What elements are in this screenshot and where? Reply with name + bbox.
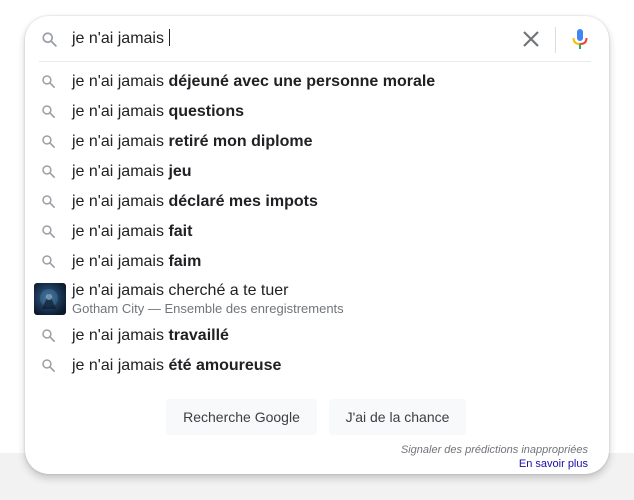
search-icon: [41, 134, 56, 154]
suggestion-completion: déclaré mes impots: [168, 193, 318, 210]
suggestion-item[interactable]: je n'ai jamais travaillé: [25, 320, 609, 350]
suggestion-prefix: je n'ai jamais: [72, 223, 169, 240]
suggestion-prefix: je n'ai jamais: [72, 163, 169, 180]
suggestion-completion: travaillé: [168, 327, 229, 344]
report-predictions-link[interactable]: Signaler des prédictions inappropriées: [401, 444, 588, 456]
learn-more-link[interactable]: En savoir plus: [519, 458, 588, 470]
suggestion-title: je n'ai jamais cherché a te tuer: [72, 282, 289, 299]
search-icon: [41, 328, 56, 348]
search-query-text: je n'ai jamais: [72, 30, 169, 47]
feeling-lucky-button[interactable]: J'ai de la chance: [329, 399, 466, 435]
suggestion-item[interactable]: je n'ai jamais faim: [25, 246, 609, 276]
search-input[interactable]: je n'ai jamais: [72, 29, 171, 48]
divider: [39, 61, 591, 62]
search-icon: [41, 194, 56, 214]
search-icon: [41, 254, 56, 274]
divider: [555, 27, 556, 53]
suggestion-item[interactable]: je n'ai jamais déclaré mes impots: [25, 186, 609, 216]
suggestion-item[interactable]: je n'ai jamais retiré mon diplome: [25, 126, 609, 156]
suggestion-completion: déjeuné avec une personne morale: [168, 73, 436, 90]
suggestion-prefix: je n'ai jamais: [72, 103, 169, 120]
suggestion-prefix: je n'ai jamais: [72, 357, 169, 374]
suggestion-prefix: je n'ai jamais: [72, 73, 169, 90]
google-search-button[interactable]: Recherche Google: [166, 399, 317, 435]
suggestion-completion: questions: [168, 103, 244, 120]
suggestion-completion: faim: [168, 253, 202, 270]
microphone-icon: [572, 29, 588, 49]
suggestion-prefix: je n'ai jamais: [72, 133, 169, 150]
suggestion-completion: été amoureuse: [168, 357, 282, 374]
suggestion-item[interactable]: je n'ai jamais jeu: [25, 156, 609, 186]
suggestion-completion: retiré mon diplome: [168, 133, 313, 150]
suggestion-prefix: je n'ai jamais: [72, 327, 169, 344]
search-icon: [41, 104, 56, 124]
search-icon: [41, 74, 56, 94]
suggestion-item[interactable]: je n'ai jamais déjeuné avec une personne…: [25, 66, 609, 96]
search-icon: [41, 224, 56, 244]
voice-search-button[interactable]: [568, 27, 592, 51]
suggestion-completion: jeu: [168, 163, 192, 180]
suggestion-item[interactable]: je n'ai jamais questions: [25, 96, 609, 126]
clear-button[interactable]: [518, 26, 544, 52]
suggestion-item[interactable]: je n'ai jamais été amoureuse: [25, 350, 609, 380]
search-icon: [41, 358, 56, 378]
search-icon: [41, 31, 58, 53]
suggestion-item[interactable]: je n'ai jamais fait: [25, 216, 609, 246]
search-icon: [41, 164, 56, 184]
thumbnail-image: [34, 283, 66, 315]
suggestion-subtitle: Gotham City — Ensemble des enregistremen…: [72, 301, 344, 316]
search-bar[interactable]: je n'ai jamais: [25, 16, 609, 62]
suggestion-prefix: je n'ai jamais: [72, 193, 169, 210]
close-icon: [523, 31, 539, 47]
suggestion-prefix: je n'ai jamais: [72, 253, 169, 270]
search-autocomplete-panel: je n'ai jamais je n'ai jamais déjeuné av…: [25, 16, 609, 474]
suggestion-completion: fait: [168, 223, 193, 240]
text-caret: [169, 29, 171, 46]
